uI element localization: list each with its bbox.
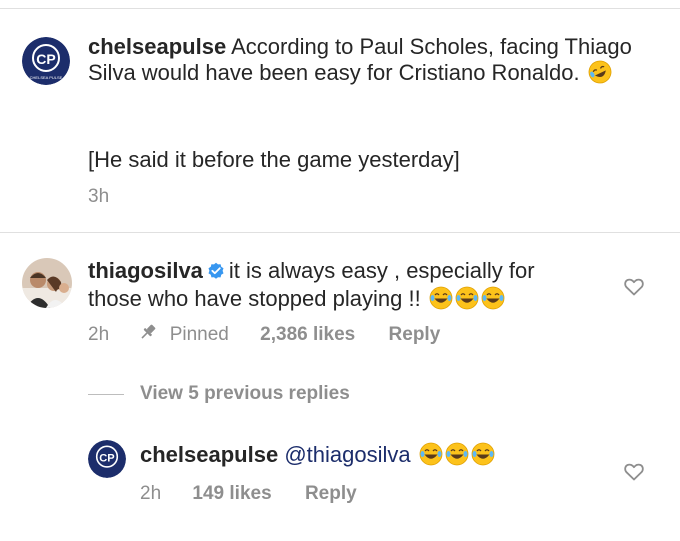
svg-text:CHELSEA PULSE: CHELSEA PULSE — [30, 75, 63, 80]
joy-emoji-icon — [445, 442, 469, 472]
caption-text: chelseapulse According to Paul Scholes, … — [88, 34, 648, 90]
thiago-comment: thiagosilva it is always easy , especiall… — [88, 258, 628, 316]
reply-text: chelseapulse @thiagosilva — [140, 442, 610, 472]
thiago-comment-line1: it is always easy , especially for — [228, 258, 535, 283]
reply-reply-button[interactable]: Reply — [305, 483, 357, 505]
rofl-emoji-icon — [588, 60, 612, 90]
chelseapulse-avatar[interactable]: CP CHELSEA PULSE — [22, 37, 70, 85]
verified-badge-icon — [207, 260, 225, 286]
svg-text:CP: CP — [99, 452, 115, 464]
chelseapulse-reply-avatar[interactable]: CP — [88, 440, 126, 478]
replies-line — [88, 394, 124, 395]
like-heart-icon[interactable] — [624, 278, 644, 301]
thiago-time: 2h — [88, 324, 110, 345]
middle-divider — [0, 232, 680, 233]
caption-username[interactable]: chelseapulse — [88, 34, 226, 59]
reply-time: 2h — [140, 483, 162, 504]
reply-likes[interactable]: 149 likes — [192, 483, 271, 505]
thiago-comment-line2: those who have stopped playing !! — [88, 286, 421, 311]
thiago-username[interactable]: thiagosilva — [88, 258, 203, 283]
joy-emoji-icon — [481, 286, 505, 316]
thiago-reply-button[interactable]: Reply — [389, 324, 441, 346]
joy-emoji-icon — [419, 442, 443, 472]
joy-emoji-icon — [455, 286, 479, 316]
joy-emoji-icon — [429, 286, 453, 316]
thiago-meta: 2h Pinned 2,386 likes Reply — [88, 322, 440, 348]
joy-emoji-icon — [471, 442, 495, 472]
svg-text:CP: CP — [36, 51, 55, 67]
caption-time: 3h — [88, 186, 110, 207]
thiagosilva-avatar[interactable] — [22, 258, 72, 308]
view-previous-replies[interactable]: View 5 previous replies — [140, 383, 350, 405]
reply-meta: 2h 149 likes Reply — [140, 483, 357, 505]
top-divider — [0, 8, 680, 9]
caption-note: [He said it before the game yesterday] — [88, 147, 460, 172]
reply-username[interactable]: chelseapulse — [140, 442, 278, 467]
pinned-label: Pinned — [169, 324, 229, 345]
pin-icon — [138, 322, 158, 348]
reply-mention[interactable]: @thiagosilva — [284, 442, 410, 467]
reply-like-heart-icon[interactable] — [624, 463, 644, 486]
thiago-likes[interactable]: 2,386 likes — [260, 324, 355, 346]
